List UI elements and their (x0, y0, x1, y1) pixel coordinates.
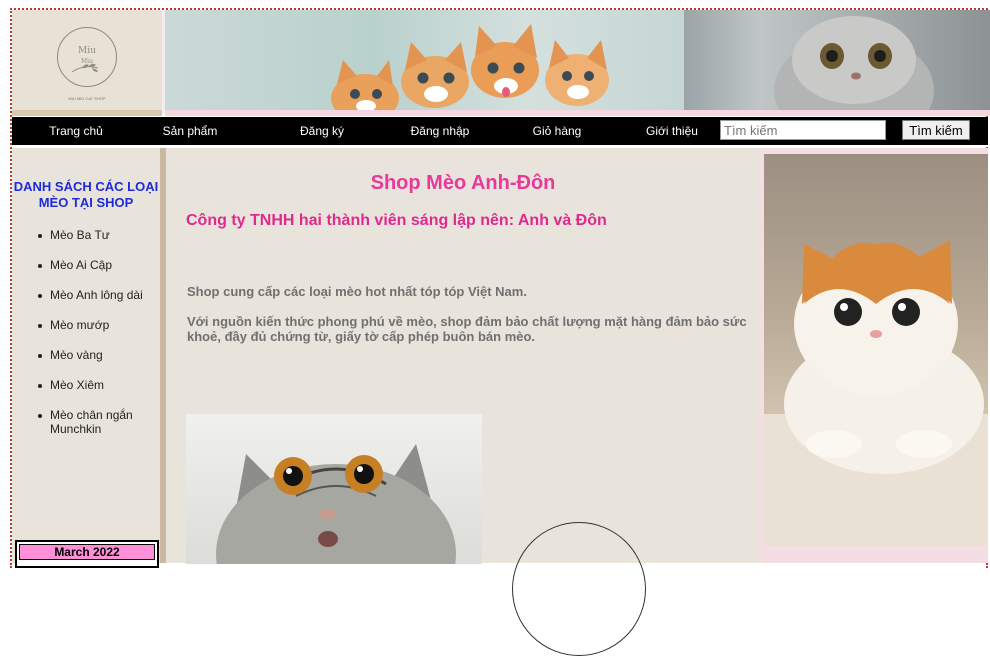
category-item-vang[interactable]: Mèo vàng (36, 348, 160, 362)
intro-paragraph: Shop cung cấp các loại mèo hot nhất tóp … (187, 284, 527, 299)
category-sidebar: DANH SÁCH CÁC LOẠI MÈO TẠI SHOP Mèo Ba T… (12, 148, 162, 568)
kitten-4 (545, 40, 609, 106)
category-item-xiem[interactable]: Mèo Xiêm (36, 378, 160, 392)
decorative-circle (512, 522, 646, 656)
description-paragraph: Với nguồn kiến thức phong phú về mèo, sh… (187, 314, 747, 344)
shop-logo[interactable]: Miu Miu MIU MIU CAT SHOP (12, 10, 162, 110)
nav-login[interactable]: Đăng nhập (385, 117, 495, 145)
search-input[interactable] (720, 120, 886, 140)
nav-register[interactable]: Đăng ký (272, 117, 372, 145)
main-navbar: Trang chủ Sản phẩm Đăng ký Đăng nhập Giỏ… (12, 117, 988, 145)
nav-cart[interactable]: Giỏ hàng (507, 117, 607, 145)
header-banner: Miu Miu MIU MIU CAT SHOP (12, 10, 990, 116)
orange-white-cat-photo (764, 154, 988, 546)
calendar-widget: March 2022 (15, 540, 159, 568)
nav-home[interactable]: Trang chủ (12, 117, 140, 145)
company-heading: Công ty TNHH hai thành viên sáng lập nên… (186, 212, 607, 229)
logo-circle: Miu Miu (57, 27, 117, 87)
logo-tagline: MIU MIU CAT SHOP (68, 96, 106, 101)
right-photo-panel (760, 148, 988, 563)
banner-strip (165, 110, 990, 116)
kitten-1 (331, 60, 399, 110)
shop-title: Shop Mèo Anh-Đôn (370, 172, 556, 194)
category-item-ai-cap[interactable]: Mèo Ai Cập (36, 258, 160, 272)
sidebar-title: DANH SÁCH CÁC LOẠI MÈO TẠI SHOP (13, 179, 159, 210)
leaf-icon (71, 63, 99, 73)
grey-cat-banner-image (684, 10, 990, 110)
nav-about[interactable]: Giới thiệu (622, 117, 722, 145)
category-item-ba-tu[interactable]: Mèo Ba Tư (36, 228, 160, 242)
category-list: Mèo Ba Tư Mèo Ai Cập Mèo Anh lông dài Mè… (36, 228, 160, 452)
main-content: Shop Mèo Anh-Đôn Công ty TNHH hai thành … (166, 148, 760, 656)
category-item-muop[interactable]: Mèo mướp (36, 318, 160, 332)
category-item-munchkin[interactable]: Mèo chân ngắn Munchkin (36, 408, 160, 436)
nav-products[interactable]: Sản phẩm (140, 117, 240, 145)
surprised-cat-photo (186, 414, 482, 564)
kitten-2 (401, 42, 469, 108)
kitten-3 (471, 24, 539, 98)
kittens-banner-image (165, 10, 685, 110)
category-item-anh-long-dai[interactable]: Mèo Anh lông dài (36, 288, 160, 302)
search-button[interactable]: Tìm kiếm (902, 120, 970, 140)
calendar-month: March 2022 (19, 544, 155, 560)
logo-strip (12, 110, 162, 116)
